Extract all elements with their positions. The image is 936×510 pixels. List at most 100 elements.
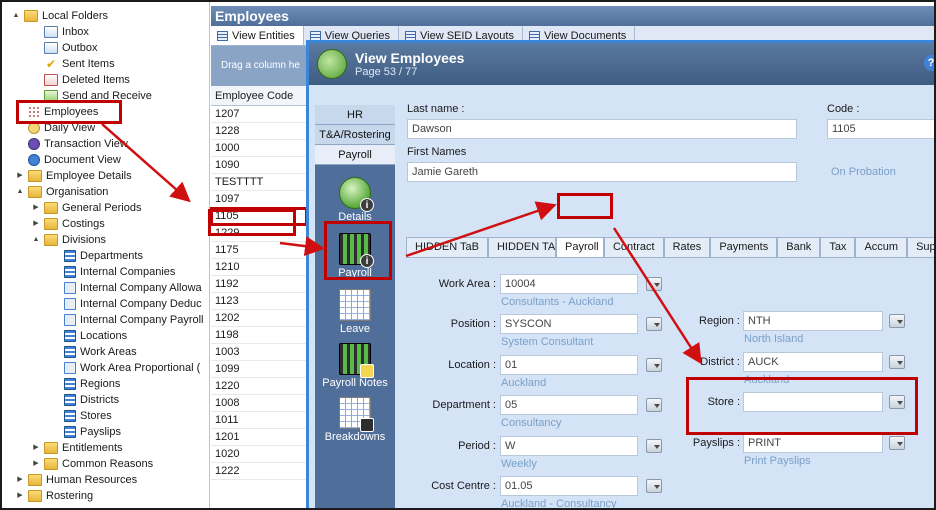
first-names-field[interactable]: Jamie Gareth bbox=[407, 162, 797, 182]
employee-code-row[interactable]: 1000 bbox=[211, 140, 307, 157]
tree-item[interactable]: Payslips bbox=[52, 424, 121, 440]
expander-icon[interactable]: ▶ bbox=[32, 200, 40, 216]
lookup-dropdown-icon[interactable] bbox=[646, 479, 662, 493]
employee-code-column-header[interactable]: Employee Code bbox=[211, 86, 307, 106]
employee-code-row[interactable]: 1175 bbox=[211, 242, 307, 259]
tree-item[interactable]: Stores bbox=[52, 408, 112, 424]
help-icon[interactable]: ? bbox=[924, 55, 934, 71]
tree-item[interactable]: Daily View bbox=[16, 120, 95, 136]
employee-code-row[interactable]: 1210 bbox=[211, 259, 307, 276]
employee-code-row[interactable]: 1099 bbox=[211, 361, 307, 378]
employee-code-row[interactable]: 1228 bbox=[211, 123, 307, 140]
nav-item-payroll-notes[interactable]: Payroll Notes bbox=[315, 343, 395, 389]
employee-code-row[interactable]: 1220 bbox=[211, 378, 307, 395]
last-name-field[interactable]: Dawson bbox=[407, 119, 797, 139]
tree-item[interactable]: Internal Company Allowa bbox=[52, 280, 202, 296]
cost-centre-field[interactable]: 01.05 bbox=[500, 476, 638, 496]
tree-item[interactable]: ▶ Employee Details bbox=[16, 168, 132, 184]
expander-icon[interactable]: ▶ bbox=[16, 168, 24, 184]
tree-item[interactable]: Departments bbox=[52, 248, 143, 264]
lookup-dropdown-icon[interactable] bbox=[646, 277, 662, 291]
tree-item[interactable]: ▲ Local Folders bbox=[12, 8, 108, 24]
tree-item[interactable]: Deleted Items bbox=[32, 72, 130, 88]
tree-item[interactable]: Internal Companies bbox=[52, 264, 175, 280]
tab-accum[interactable]: Accum bbox=[855, 237, 908, 257]
expander-icon[interactable]: ▲ bbox=[12, 8, 20, 24]
tree-item[interactable]: ▶ Common Reasons bbox=[32, 456, 153, 472]
lookup-dropdown-icon[interactable] bbox=[889, 436, 905, 450]
employee-code-row[interactable]: 1105 bbox=[210, 207, 308, 226]
department-field[interactable]: 05 bbox=[500, 395, 638, 415]
store-field[interactable] bbox=[743, 392, 883, 412]
location-field[interactable]: 01 bbox=[500, 355, 638, 375]
employee-code-row[interactable]: 1020 bbox=[211, 446, 307, 463]
tab-hidden-2[interactable]: HIDDEN TAB bbox=[487, 237, 556, 257]
nav-item-breakdowns[interactable]: Breakdowns bbox=[315, 397, 395, 443]
nav-item-payroll[interactable]: i Payroll bbox=[315, 233, 395, 279]
tab-payments[interactable]: Payments bbox=[710, 237, 778, 257]
payslips-field[interactable]: PRINT bbox=[743, 433, 883, 453]
employee-code-row[interactable]: 1090 bbox=[211, 157, 307, 174]
tree-item[interactable]: Internal Company Deduc bbox=[52, 296, 202, 312]
work-area-field[interactable]: 10004 bbox=[500, 274, 638, 294]
employee-code-row[interactable]: TESTTTT bbox=[211, 174, 307, 191]
expander-icon[interactable]: ▶ bbox=[32, 456, 40, 472]
tree-item[interactable]: ▶ Costings bbox=[32, 216, 105, 232]
tab-hidden-1[interactable]: HIDDEN TaB bbox=[406, 237, 488, 257]
employee-code-row[interactable]: 1011 bbox=[211, 412, 307, 429]
tree-item[interactable]: Internal Company Payroll bbox=[52, 312, 204, 328]
period-field[interactable]: W bbox=[500, 436, 638, 456]
employee-code-row[interactable]: 1201 bbox=[211, 429, 307, 446]
tab-payroll[interactable]: Payroll bbox=[555, 237, 604, 257]
nav-item-details[interactable]: i Details bbox=[315, 177, 395, 223]
tree-item[interactable]: ▶ Rostering bbox=[16, 488, 93, 504]
tab-contract[interactable]: Contract bbox=[603, 237, 664, 257]
tree-item[interactable]: Transaction View bbox=[16, 136, 128, 152]
tree-item[interactable]: Outbox bbox=[32, 40, 97, 56]
nav-tab-ta-rostering[interactable]: T&A/Rostering bbox=[315, 125, 395, 145]
tree-item[interactable]: Send and Receive bbox=[32, 88, 152, 104]
tree-item[interactable]: ▶ Human Resources bbox=[16, 472, 137, 488]
employee-code-row[interactable]: 1202 bbox=[211, 310, 307, 327]
employee-code-row[interactable]: 1123 bbox=[211, 293, 307, 310]
expander-icon[interactable]: ▶ bbox=[32, 440, 40, 456]
nav-tab-payroll[interactable]: Payroll bbox=[315, 145, 395, 165]
tree-item[interactable]: ▲ Divisions bbox=[32, 232, 106, 248]
tab-superannuation[interactable]: Superar bbox=[907, 237, 934, 257]
tree-item[interactable]: Document View bbox=[16, 152, 121, 168]
tab-bank[interactable]: Bank bbox=[777, 237, 821, 257]
employee-code-row[interactable]: 1222 bbox=[211, 463, 307, 480]
tree-item[interactable]: Locations bbox=[52, 328, 127, 344]
lookup-dropdown-icon[interactable] bbox=[889, 355, 905, 369]
employee-code-row[interactable]: 1207 bbox=[211, 106, 307, 123]
employee-code-row[interactable]: 1198 bbox=[211, 327, 307, 344]
tree-item[interactable]: Districts bbox=[52, 392, 119, 408]
tree-item[interactable]: Work Areas bbox=[52, 344, 137, 360]
tab-rates[interactable]: Rates bbox=[663, 237, 711, 257]
nav-tab-hr[interactable]: HR bbox=[315, 105, 395, 125]
nav-item-leave[interactable]: Leave bbox=[315, 289, 395, 335]
lookup-dropdown-icon[interactable] bbox=[889, 314, 905, 328]
lookup-dropdown-icon[interactable] bbox=[889, 395, 905, 409]
tree-item[interactable]: Work Area Proportional ( bbox=[52, 360, 200, 376]
tree-item[interactable]: ✔ Sent Items bbox=[32, 56, 115, 72]
expander-icon[interactable]: ▶ bbox=[16, 472, 24, 488]
tab-tax[interactable]: Tax bbox=[820, 237, 856, 257]
district-field[interactable]: AUCK bbox=[743, 352, 883, 372]
tree-item[interactable]: Employees bbox=[16, 104, 98, 120]
tree-item[interactable]: Inbox bbox=[32, 24, 89, 40]
tree-item[interactable]: Regions bbox=[52, 376, 120, 392]
employee-code-row[interactable]: 1192 bbox=[211, 276, 307, 293]
employee-code-row[interactable]: 1229 bbox=[211, 225, 307, 242]
employee-code-row[interactable]: 1097 bbox=[211, 191, 307, 208]
employee-code-row[interactable]: 1008 bbox=[211, 395, 307, 412]
tree-item[interactable]: ▶ General Periods bbox=[32, 200, 142, 216]
position-field[interactable]: SYSCON bbox=[500, 314, 638, 334]
expander-icon[interactable]: ▲ bbox=[16, 184, 24, 200]
tree-item[interactable]: ▶ Entitlements bbox=[32, 440, 123, 456]
expander-icon[interactable]: ▶ bbox=[32, 216, 40, 232]
tree-item[interactable]: ▲ Organisation bbox=[16, 184, 108, 200]
code-field[interactable]: 1105 bbox=[827, 119, 934, 139]
expander-icon[interactable]: ▲ bbox=[32, 232, 40, 248]
tab-view-entities[interactable]: View Entities bbox=[211, 26, 304, 45]
